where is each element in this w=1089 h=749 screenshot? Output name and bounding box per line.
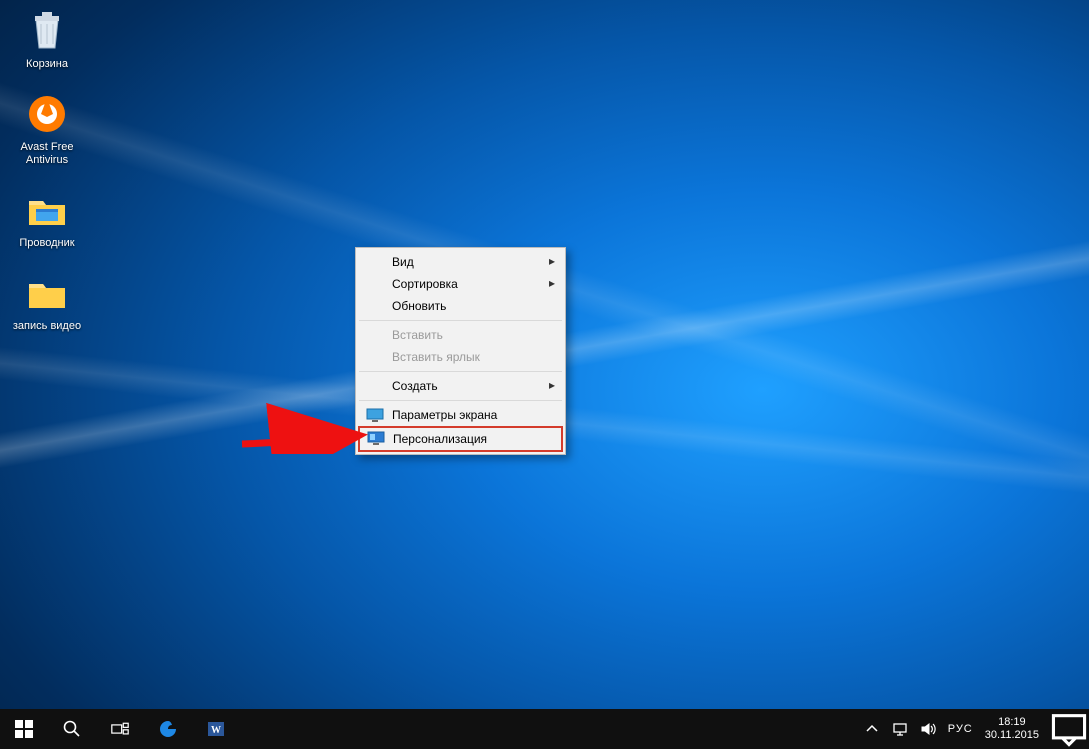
network-icon [892,721,908,737]
menu-separator [359,320,562,321]
word-icon: W [207,720,225,738]
personalize-icon [367,430,385,446]
taskbar-app-edge[interactable] [144,709,192,749]
language-indicator[interactable]: РУС [942,723,979,735]
tray-overflow-button[interactable] [858,709,886,749]
tray-volume-button[interactable] [914,709,942,749]
menu-item-create[interactable]: Создать ▸ [358,375,563,397]
start-button[interactable] [0,709,48,749]
chevron-right-icon: ▸ [549,254,555,268]
svg-text:W: W [211,725,221,736]
menu-item-sort[interactable]: Сортировка ▸ [358,273,563,295]
desktop[interactable]: Корзина Avast Free Antivirus Проводник з… [0,0,1089,709]
clock-date: 30.11.2015 [985,729,1039,742]
taskbar: W РУС 18:19 30.11.2015 [0,709,1089,749]
menu-item-personalize[interactable]: Персонализация [359,427,562,451]
menu-item-label: Сортировка [392,277,458,291]
task-view-icon [111,720,129,738]
taskbar-app-word[interactable]: W [192,709,240,749]
avast-icon [24,91,70,137]
chevron-right-icon: ▸ [549,276,555,290]
menu-separator [359,400,562,401]
menu-separator [359,371,562,372]
menu-item-label: Создать [392,379,438,393]
desktop-icon-recycle-bin[interactable]: Корзина [8,8,86,71]
windows-icon [15,720,33,738]
menu-item-paste: Вставить [358,324,563,346]
folder-icon [24,270,70,316]
desktop-icon-avast[interactable]: Avast Free Antivirus [8,91,86,167]
clock-time: 18:19 [985,716,1039,729]
menu-item-view[interactable]: Вид ▸ [358,251,563,273]
display-icon [366,407,384,423]
chevron-up-icon [864,721,880,737]
menu-item-label: Параметры экрана [392,408,497,422]
action-center-button[interactable] [1049,709,1089,749]
taskbar-clock[interactable]: 18:19 30.11.2015 [979,716,1049,742]
desktop-context-menu: Вид ▸ Сортировка ▸ Обновить Вставить Вст… [355,247,566,455]
search-button[interactable] [48,709,96,749]
menu-item-paste-shortcut: Вставить ярлык [358,346,563,368]
menu-item-label: Вид [392,255,414,269]
menu-item-label: Вставить ярлык [392,350,480,364]
file-explorer-icon [24,187,70,233]
menu-item-display-settings[interactable]: Параметры экрана [358,404,563,426]
tray-network-button[interactable] [886,709,914,749]
search-icon [63,720,81,738]
desktop-icons: Корзина Avast Free Antivirus Проводник з… [8,8,102,353]
desktop-icon-video-rec[interactable]: запись видео [8,270,86,333]
task-view-button[interactable] [96,709,144,749]
menu-item-label: Персонализация [393,432,487,446]
edge-icon [159,720,177,738]
action-center-icon [1049,709,1089,749]
desktop-icon-label: Avast Free Antivirus [8,141,86,167]
desktop-icon-explorer[interactable]: Проводник [8,187,86,250]
volume-icon [920,721,936,737]
desktop-icon-label: Проводник [8,237,86,250]
menu-item-label: Вставить [392,328,443,342]
system-tray: РУС 18:19 30.11.2015 [858,709,1089,749]
chevron-right-icon: ▸ [549,378,555,392]
desktop-icon-label: запись видео [8,320,86,333]
recycle-bin-icon [24,8,70,54]
menu-item-label: Обновить [392,299,446,313]
menu-item-refresh[interactable]: Обновить [358,295,563,317]
desktop-icon-label: Корзина [8,58,86,71]
